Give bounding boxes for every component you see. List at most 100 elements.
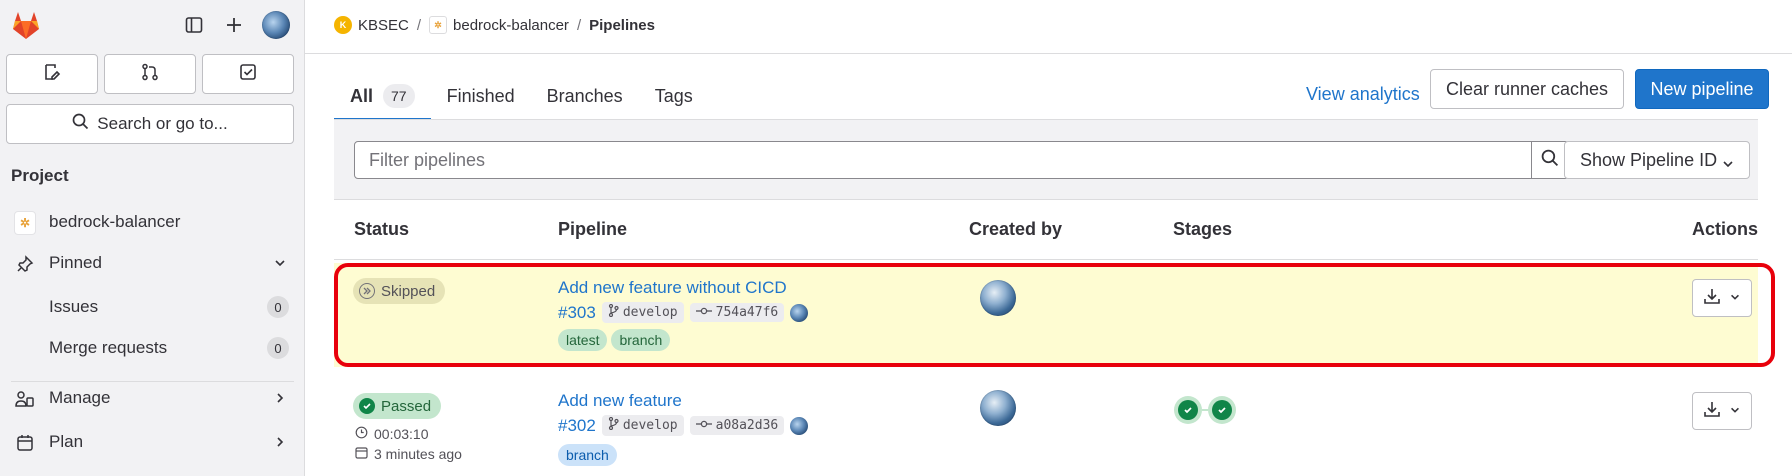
pipeline-title-link[interactable]: Add new feature <box>558 391 682 411</box>
show-pipeline-id-dropdown[interactable]: Show Pipeline ID <box>1564 141 1750 179</box>
status-label: Passed <box>381 397 432 415</box>
sidebar-item-label: Issues <box>49 297 99 316</box>
chevron-right-icon <box>273 390 287 410</box>
column-header-actions: Actions <box>1691 219 1758 239</box>
breadcrumb-current-link[interactable]: Pipelines <box>589 17 655 34</box>
status-badge[interactable]: Skipped <box>353 278 446 304</box>
tab-branches[interactable]: Branches <box>531 72 639 120</box>
sidebar-item-issues[interactable]: Issues 0 <box>0 288 305 326</box>
column-header-created-by: Created by <box>969 219 1063 239</box>
commit-chip[interactable]: 754a47f6 <box>689 303 785 322</box>
column-header-stages: Stages <box>1173 219 1233 239</box>
tag-badge: latest <box>558 329 608 351</box>
table-row: Skipped Add new feature without CICD #30… <box>334 263 1758 367</box>
commit-icon <box>695 418 712 433</box>
branch-icon <box>608 416 619 434</box>
commit-author-avatar[interactable] <box>790 303 809 322</box>
download-artifacts-button[interactable] <box>1692 279 1752 317</box>
merge-requests-count-badge: 0 <box>267 337 289 359</box>
chevron-down-icon <box>1729 401 1741 421</box>
sidebar-item-pinned[interactable]: Pinned <box>0 244 305 282</box>
status-label: Skipped <box>381 282 436 300</box>
issues-count-badge: 0 <box>267 296 289 318</box>
duration-value: 00:03:10 <box>374 426 429 442</box>
todo-shortcut-button[interactable] <box>202 54 294 94</box>
breadcrumb-group-link[interactable]: K KBSEC <box>334 16 409 34</box>
sidebar-section-title: Project <box>11 166 69 185</box>
commit-author-avatar[interactable] <box>790 416 809 435</box>
commit-chip[interactable]: a08a2d36 <box>689 416 785 435</box>
sidebar-toggle-icon[interactable] <box>180 11 208 39</box>
branch-icon <box>608 303 619 321</box>
pipeline-stages <box>1174 396 1236 424</box>
gitlab-logo-icon[interactable] <box>10 10 42 40</box>
chevron-down-icon <box>1721 155 1735 176</box>
clear-runner-caches-button[interactable]: Clear runner caches <box>1430 69 1624 109</box>
header-divider <box>305 53 1792 54</box>
merge-requests-shortcut-button[interactable] <box>104 54 196 94</box>
sidebar-item-plan[interactable]: Plan <box>0 423 305 461</box>
branch-name: develop <box>622 418 678 433</box>
passed-check-icon <box>359 398 375 414</box>
breadcrumb-project-link[interactable]: ✲ bedrock-balancer <box>429 16 569 34</box>
commit-icon <box>695 305 712 320</box>
column-header-status: Status <box>354 219 410 239</box>
tag-badge: branch <box>558 444 617 466</box>
branch-chip[interactable]: develop <box>601 302 684 323</box>
breadcrumb-group-label: KBSEC <box>358 16 409 34</box>
pipeline-id-link[interactable]: #302 <box>558 416 596 436</box>
issues-shortcut-button[interactable] <box>6 54 98 94</box>
tab-tags[interactable]: Tags <box>639 72 709 120</box>
project-avatar: ✲ <box>429 16 448 34</box>
breadcrumb-project-label: bedrock-balancer <box>453 16 569 34</box>
breadcrumb-separator: / <box>416 16 422 34</box>
pipeline-tabs: All 77 Finished Branches Tags <box>334 72 709 121</box>
stage-passed-icon[interactable] <box>1174 396 1202 424</box>
search-icon <box>72 113 89 135</box>
breadcrumb: K KBSEC / ✲ bedrock-balancer / Pipelines <box>334 14 655 36</box>
merge-request-icon <box>141 63 159 86</box>
creator-avatar[interactable] <box>980 280 1016 316</box>
users-icon <box>14 388 36 410</box>
project-avatar: ✲ <box>14 211 36 235</box>
calendar-icon <box>14 432 36 454</box>
pipeline-id-link[interactable]: #303 <box>558 303 596 323</box>
pipeline-tags: latest branch <box>558 329 671 351</box>
tab-label: All <box>350 85 374 106</box>
stage-passed-icon[interactable] <box>1208 396 1236 424</box>
sidebar-item-label: Merge requests <box>49 338 168 357</box>
todo-check-icon <box>239 63 257 86</box>
tag-badge: branch <box>611 329 671 351</box>
sidebar-project-link[interactable]: ✲ bedrock-balancer <box>0 203 305 241</box>
sidebar-item-merge-requests[interactable]: Merge requests 0 <box>0 329 305 367</box>
created-time: 3 minutes ago <box>374 446 462 462</box>
creator-avatar[interactable] <box>980 390 1016 426</box>
view-analytics-link[interactable]: View analytics <box>1306 76 1420 112</box>
plus-icon[interactable] <box>220 11 248 39</box>
sidebar-item-label: Plan <box>49 432 84 451</box>
clock-icon <box>355 426 368 442</box>
sidebar-item-manage[interactable]: Manage <box>0 379 305 417</box>
table-row: Passed 00:03:10 3 minutes ago Add new fe… <box>334 380 1758 476</box>
download-artifacts-button[interactable] <box>1692 392 1752 430</box>
pin-icon <box>14 253 36 275</box>
user-avatar[interactable] <box>262 11 290 39</box>
status-badge[interactable]: Passed <box>353 393 442 419</box>
search-icon <box>1541 149 1559 172</box>
tab-all[interactable]: All 77 <box>334 72 431 121</box>
chevron-down-icon <box>1729 288 1741 308</box>
sidebar: Search or go to... Project ✲ bedrock-bal… <box>0 0 305 476</box>
tab-finished[interactable]: Finished <box>431 72 531 120</box>
branch-chip[interactable]: develop <box>601 415 684 436</box>
breadcrumb-separator: / <box>576 16 582 34</box>
branch-name: develop <box>622 305 678 320</box>
issues-icon <box>43 63 61 86</box>
pipeline-title-link[interactable]: Add new feature without CICD <box>558 278 787 298</box>
pipeline-tags: branch <box>558 444 617 466</box>
filter-pipelines-input[interactable]: Filter pipelines <box>354 141 1532 179</box>
commit-sha: 754a47f6 <box>715 305 779 320</box>
new-pipeline-button[interactable]: New pipeline <box>1635 69 1769 109</box>
column-header-pipeline: Pipeline <box>558 219 628 239</box>
search-button[interactable]: Search or go to... <box>6 104 294 144</box>
filter-bar: Filter pipelines Show Pipeline ID <box>334 120 1758 200</box>
